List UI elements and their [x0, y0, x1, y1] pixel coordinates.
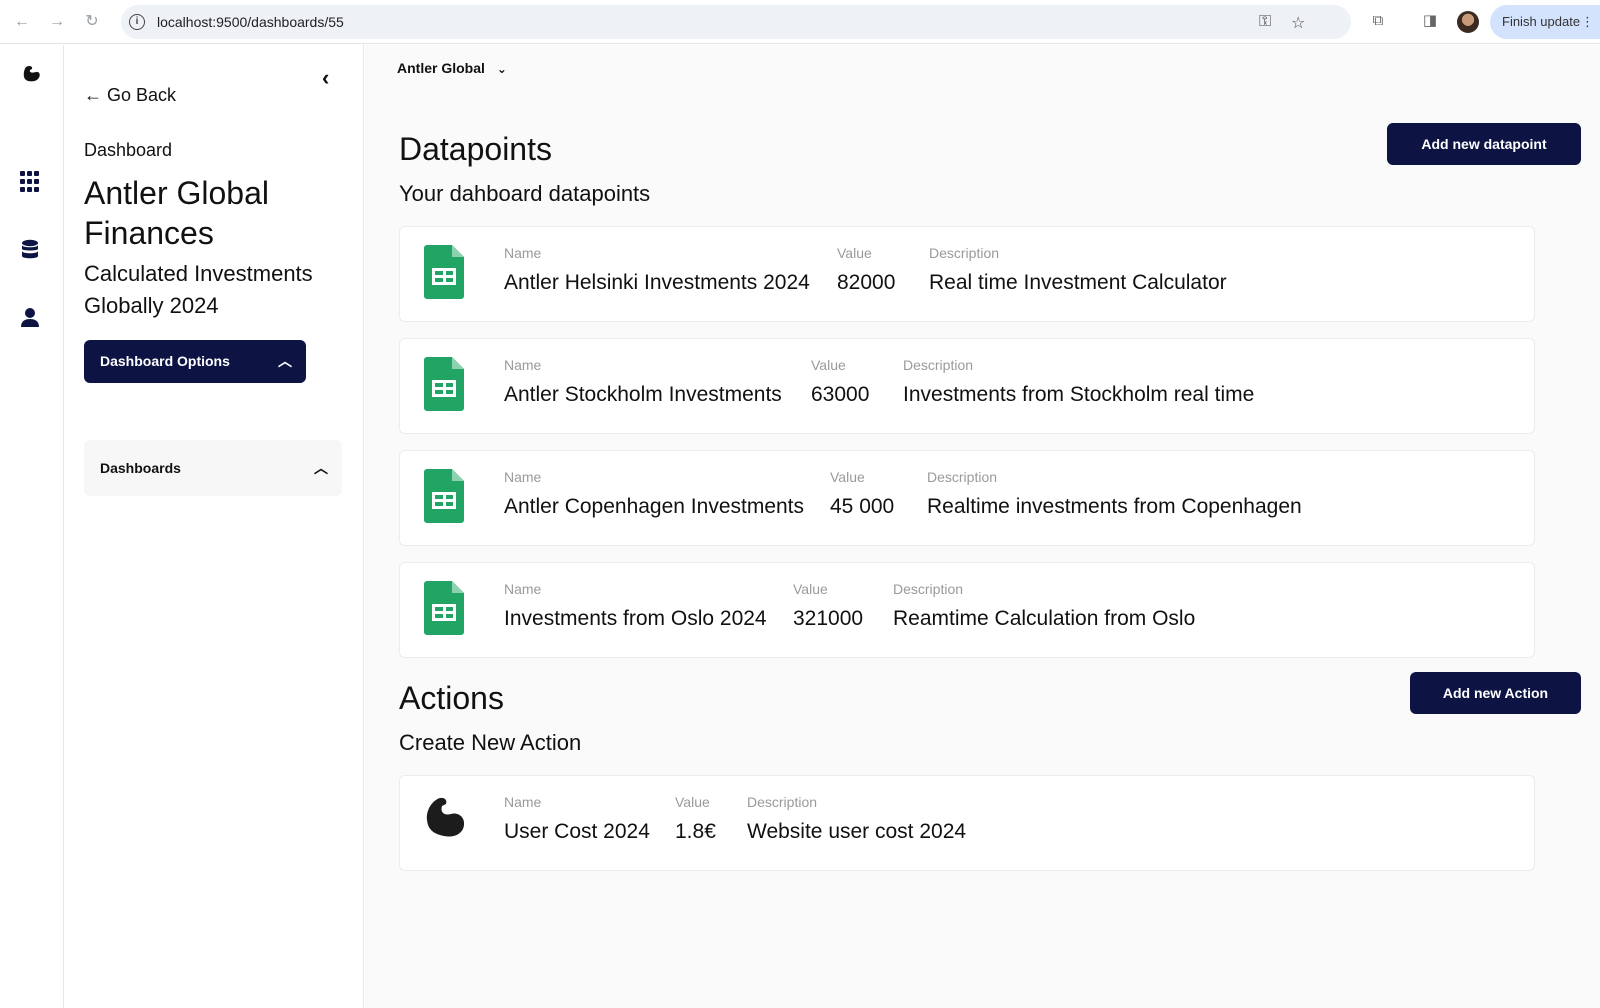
- value-label: Value: [830, 469, 865, 485]
- datapoint-name: Antler Stockholm Investments: [504, 383, 782, 406]
- dashboard-options-label: Dashboard Options: [100, 353, 230, 369]
- dashboards-grid-icon[interactable]: [20, 171, 42, 193]
- spreadsheet-icon: [424, 581, 464, 635]
- user-icon[interactable]: [20, 307, 42, 329]
- database-icon[interactable]: [20, 239, 42, 261]
- spreadsheet-icon: [424, 245, 464, 299]
- site-info-icon[interactable]: i: [129, 14, 145, 30]
- description-label: Description: [929, 245, 1000, 261]
- datapoint-description: Investments from Stockholm real time: [903, 383, 1255, 406]
- organization-name: Antler Global: [397, 60, 485, 76]
- spreadsheet-icon: [424, 357, 464, 411]
- datapoints-title: Datapoints: [399, 131, 552, 167]
- actions-subtitle: Create New Action: [399, 730, 582, 755]
- actions-title: Actions: [399, 680, 504, 716]
- profile-avatar[interactable]: [1457, 11, 1479, 33]
- description-label: Description: [903, 357, 974, 373]
- finish-update-button[interactable]: Finish update ⋮: [1490, 5, 1600, 39]
- dashboard-title: Antler Global Finances: [84, 175, 269, 251]
- description-label: Description: [927, 469, 998, 485]
- reload-icon[interactable]: ↻: [82, 12, 102, 32]
- chevron-up-icon: ︿: [314, 460, 328, 476]
- main-content: Antler Global ⌄ Datapoints Your dahboard …: [365, 45, 1600, 1008]
- name-label: Name: [504, 794, 542, 810]
- value-label: Value: [837, 245, 872, 261]
- add-action-button[interactable]: Add new Action: [1410, 672, 1581, 714]
- name-label: Name: [504, 357, 542, 373]
- dashboards-label: Dashboards: [100, 460, 181, 476]
- more-menu-icon[interactable]: ⋮: [1581, 5, 1594, 39]
- action-card[interactable]: Name User Cost 2024 Value 1.8€ Description…: [399, 775, 1535, 871]
- collapse-sidebar-icon[interactable]: ‹: [322, 65, 329, 91]
- arrow-left-icon: ←: [84, 85, 102, 105]
- datapoint-value: 82000: [837, 271, 896, 294]
- datapoint-card[interactable]: Name Antler Copenhagen Investments Value 4…: [399, 450, 1535, 546]
- key-icon[interactable]: ⚿: [1259, 13, 1271, 31]
- dashboard-subtitle: Calculated Investments Globally 2024: [84, 261, 313, 318]
- action-name: User Cost 2024: [504, 820, 650, 843]
- datapoint-card[interactable]: Name Antler Stockholm Investments Value 63…: [399, 338, 1535, 434]
- datapoints-subtitle: Your dahboard datapoints: [399, 181, 651, 206]
- datapoint-name: Investments from Oslo 2024: [504, 607, 767, 630]
- app-rail: [0, 45, 64, 1008]
- extensions-icon[interactable]: ⧉: [1369, 12, 1387, 30]
- chevron-down-icon: ⌄: [496, 62, 507, 76]
- datapoint-name: Antler Helsinki Investments 2024: [504, 271, 810, 294]
- finish-update-label: Finish update: [1502, 14, 1581, 29]
- chevron-up-icon: ︿: [278, 353, 292, 369]
- side-panel-icon[interactable]: ◨: [1421, 12, 1439, 30]
- spreadsheet-icon: [424, 469, 464, 523]
- datapoint-description: Real time Investment Calculator: [929, 271, 1227, 294]
- datapoint-card[interactable]: Name Investments from Oslo 2024 Value 3210…: [399, 562, 1535, 658]
- datapoint-description: Realtime investments from Copenhagen: [927, 495, 1302, 518]
- description-label: Description: [893, 581, 964, 597]
- name-label: Name: [504, 581, 542, 597]
- organization-selector[interactable]: Antler Global ⌄: [397, 60, 507, 76]
- url-text[interactable]: localhost:9500/dashboards/55: [157, 14, 344, 30]
- star-icon[interactable]: ☆: [1291, 13, 1305, 33]
- value-label: Value: [675, 794, 710, 810]
- name-label: Name: [504, 469, 542, 485]
- dashboard-sidebar: ‹ ← Go Back Dashboard Antler Global Fina…: [64, 45, 364, 1008]
- app-logo-icon[interactable]: [20, 63, 42, 85]
- value-label: Value: [793, 581, 828, 597]
- go-back-link[interactable]: ← Go Back: [84, 85, 176, 106]
- datapoint-value: 45 000: [830, 495, 895, 518]
- forward-arrow-icon[interactable]: →: [47, 12, 67, 32]
- dashboards-accordion[interactable]: Dashboards ︿: [84, 440, 342, 496]
- go-back-label: Go Back: [107, 85, 177, 105]
- dashboard-options-button[interactable]: Dashboard Options ︿: [84, 340, 306, 383]
- dashboard-label: Dashboard: [84, 140, 173, 160]
- back-arrow-icon[interactable]: ←: [12, 12, 32, 32]
- description-label: Description: [747, 794, 818, 810]
- datapoint-name: Antler Copenhagen Investments: [504, 495, 805, 518]
- address-bar[interactable]: i localhost:9500/dashboards/55 ⚿ ☆: [121, 5, 1351, 39]
- name-label: Name: [504, 245, 542, 261]
- datapoint-card[interactable]: Name Antler Helsinki Investments 2024 Val…: [399, 226, 1535, 322]
- browser-toolbar: ← → ↻ i localhost:9500/dashboards/55 ⚿ ☆…: [0, 0, 1600, 44]
- value-label: Value: [811, 357, 846, 373]
- datapoint-value: 321000: [793, 607, 864, 630]
- datapoint-value: 63000: [811, 383, 870, 406]
- datapoint-description: Reamtime Calculation from Oslo: [893, 607, 1196, 630]
- flexed-arm-icon: [424, 794, 465, 848]
- action-description: Website user cost 2024: [747, 820, 967, 843]
- add-datapoint-button[interactable]: Add new datapoint: [1387, 123, 1581, 165]
- action-value: 1.8€: [675, 820, 716, 843]
